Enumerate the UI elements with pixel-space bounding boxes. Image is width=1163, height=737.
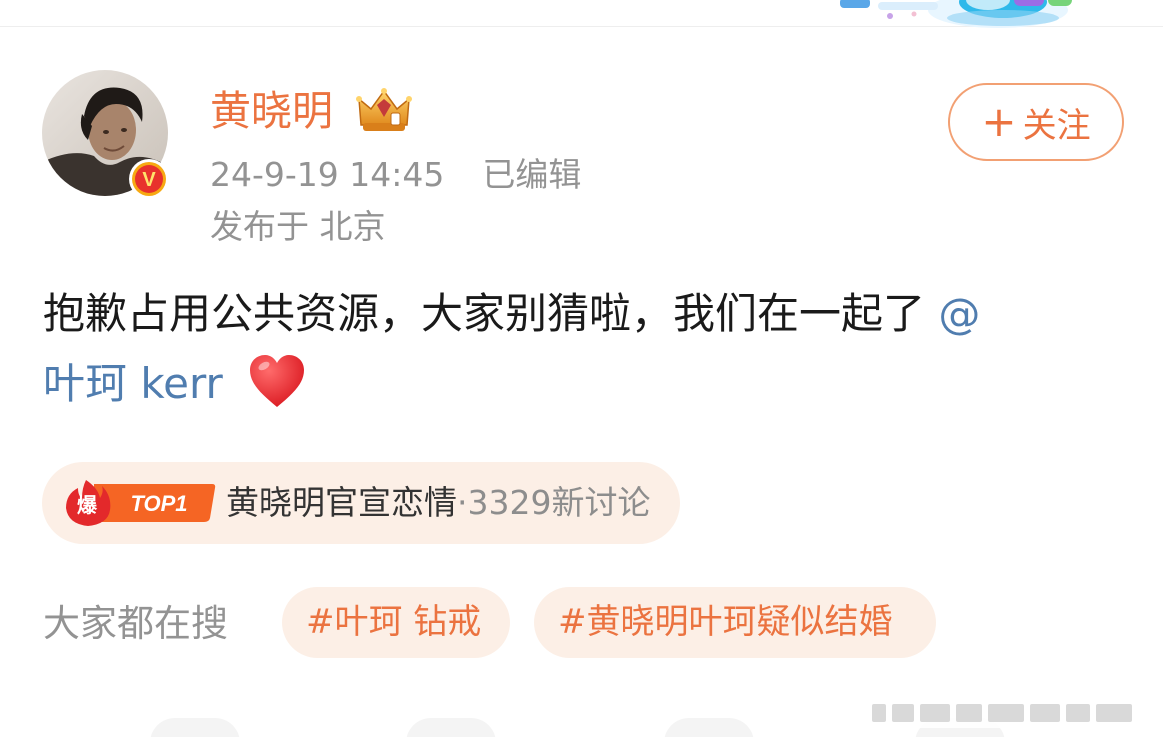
post-body-line-1: 抱歉占用公共资源，大家别猜啦，我们在一起了 @ <box>43 282 980 346</box>
author-name[interactable]: 黄晓明 <box>210 86 333 136</box>
post-datetime: 24-9-19 14:45 <box>210 155 445 194</box>
edited-label[interactable]: 已编辑 <box>482 155 581 194</box>
hot-topic-count: ·3329新讨论 <box>457 483 651 522</box>
hot-topic-title: 黄晓明官宣恋情 <box>226 483 457 522</box>
mention-link[interactable]: 叶珂 kerr <box>43 359 223 408</box>
follow-button[interactable]: + 关注 <box>948 83 1124 161</box>
verified-badge-icon: V <box>129 159 169 199</box>
weibo-post-page: V 黄晓明 24-9-19 14:45 已编辑 发布于 北京 + 关注 抱歉占用公… <box>0 0 1163 737</box>
post-meta: 24-9-19 14:45 已编辑 <box>210 153 581 197</box>
mention-at-sign[interactable]: @ <box>938 289 980 338</box>
bottom-action-icon[interactable] <box>150 718 240 737</box>
top-decoration-icon <box>840 0 1072 28</box>
plus-icon: + <box>981 97 1017 146</box>
heart-icon <box>250 354 305 407</box>
trending-search-label: 大家都在搜 <box>43 602 228 645</box>
hot-badge-glyph: 爆 <box>77 493 98 517</box>
post-location: 发布于 北京 <box>210 207 386 246</box>
watermark-icon <box>862 698 1142 728</box>
hot-topic-card[interactable]: 爆 TOP1 黄晓明官宣恋情·3329新讨论 <box>42 462 680 544</box>
search-chip[interactable]: #叶珂 钻戒 <box>282 587 510 658</box>
hot-badge-rank: TOP1 <box>130 491 187 516</box>
post-body-line-2: 叶珂 kerr <box>43 352 306 416</box>
search-chip[interactable]: #黄晓明叶珂疑似结婚 <box>534 587 936 658</box>
post-body-text: 抱歉占用公共资源，大家别猜啦，我们在一起了 <box>43 289 926 338</box>
bottom-action-icon[interactable] <box>664 718 754 737</box>
hot-topic-text: 黄晓明官宣恋情·3329新讨论 <box>226 481 650 525</box>
follow-button-label: 关注 <box>1022 105 1091 146</box>
bottom-action-icon[interactable] <box>406 718 496 737</box>
hot-badge-icon: 爆 TOP1 <box>66 480 216 526</box>
crown-icon <box>356 88 412 131</box>
verified-badge-text: V <box>142 169 156 191</box>
